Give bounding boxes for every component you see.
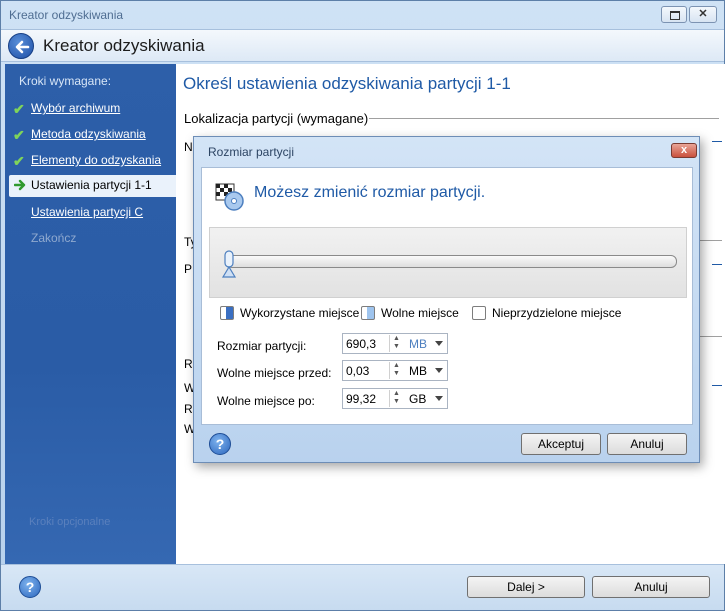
header-bar: Kreator odzyskiwania [1, 29, 724, 62]
partition-size-dialog: Rozmiar partycji x Możesz zmienić rozmia… [193, 136, 700, 463]
spin-up-icon[interactable]: ▲ [390, 335, 403, 343]
dialog-cancel-button[interactable]: Anuluj [607, 433, 687, 455]
footer-bar: ? Dalej > Anuluj [1, 564, 724, 610]
chevron-down-icon[interactable] [435, 341, 443, 346]
obscured-text: N [184, 140, 193, 154]
partition-disk-icon [215, 183, 244, 211]
dialog-cancel-button-label: Anuluj [630, 437, 664, 451]
window-close-button[interactable]: ✕ [689, 6, 717, 23]
spin-down-icon[interactable]: ▼ [390, 343, 403, 351]
obscured-text: R [184, 357, 193, 371]
question-icon: ? [215, 436, 225, 452]
free-after-unit-select[interactable]: GB [409, 392, 426, 406]
dialog-footer: ? Akceptuj Anuluj [194, 426, 699, 462]
obscured-link[interactable] [712, 141, 722, 142]
free-after-label: Wolne miejsce po: [217, 394, 315, 408]
required-steps-label: Kroki wymagane: [19, 74, 112, 88]
checkmark-icon: ✔ [13, 127, 25, 143]
free-before-label: Wolne miejsce przed: [217, 366, 332, 380]
close-icon: x [680, 144, 688, 156]
spin-down-icon[interactable]: ▼ [390, 370, 403, 378]
sidebar-item-archive[interactable]: ✔ Wybór archiwum [5, 98, 176, 120]
arrow-right-icon [14, 179, 26, 191]
free-before-value: 0,03 [346, 364, 370, 378]
sidebar-item-label: Ustawienia partycji C [31, 205, 144, 219]
back-button[interactable] [8, 33, 34, 59]
accept-button-label: Akceptuj [537, 437, 585, 451]
free-after-value: 99,32 [346, 392, 377, 406]
location-section-label: Lokalizacja partycji (wymagane) [184, 111, 369, 126]
dialog-close-button[interactable]: x [671, 143, 697, 158]
free-before-spinner[interactable]: ▲ ▼ [389, 362, 403, 379]
sidebar-item-partition-settings-c[interactable]: Ustawienia partycji C [5, 202, 176, 224]
dialog-heading: Możesz zmienić rozmiar partycji. [254, 184, 486, 201]
cancel-button-label: Anuluj [634, 580, 668, 594]
obscured-link[interactable] [712, 264, 722, 265]
obscured-text: R [184, 402, 193, 416]
obscured-text: P [184, 262, 193, 276]
slider-thumb[interactable] [222, 250, 236, 278]
spin-down-icon[interactable]: ▼ [390, 398, 403, 406]
cancel-button[interactable]: Anuluj [592, 576, 710, 598]
legend-unallocated-label: Nieprzydzielone miejsce [492, 306, 622, 320]
sidebar-item-label: Ustawienia partycji 1-1 [31, 178, 152, 192]
next-button-label: Dalej > [507, 580, 545, 594]
sidebar: Kroki wymagane: ✔ Wybór archiwum ✔ Metod… [5, 64, 176, 564]
sidebar-item-label: Metoda odzyskiwania [31, 127, 146, 141]
sidebar-item-label: Zakończ [31, 231, 77, 245]
legend-used-label: Wykorzystane miejsce [240, 306, 360, 320]
size-label: Rozmiar partycji: [217, 339, 307, 353]
main-window: Kreator odzyskiwania ✕ Kreator odzyskiwa… [0, 0, 725, 611]
title-bar: Kreator odzyskiwania ✕ [1, 1, 724, 29]
size-spinner[interactable]: ▲ ▼ [389, 335, 403, 352]
free-after-field[interactable]: 99,32 ▲ ▼ GB [342, 388, 448, 409]
accept-button[interactable]: Akceptuj [521, 433, 601, 455]
section-divider [369, 118, 719, 119]
next-button[interactable]: Dalej > [467, 576, 585, 598]
sidebar-item-label: Wybór archiwum [31, 101, 121, 115]
checkmark-icon: ✔ [13, 153, 25, 169]
step-title: Określ ustawienia odzyskiwania partycji … [183, 74, 511, 93]
question-icon: ? [25, 579, 35, 595]
sidebar-item-partition-settings-1-1[interactable]: Ustawienia partycji 1-1 [9, 175, 176, 197]
used-swatch [220, 306, 234, 320]
unallocated-swatch [472, 306, 486, 320]
sidebar-item-method[interactable]: ✔ Metoda odzyskiwania [5, 124, 176, 146]
partition-size-field[interactable]: 690,3 ▲ ▼ MB [342, 333, 448, 354]
legend-free-label: Wolne miejsce [381, 306, 459, 320]
close-icon: ✕ [698, 8, 708, 20]
dialog-help-button[interactable]: ? [209, 433, 231, 455]
free-swatch [361, 306, 375, 320]
free-before-unit-select[interactable]: MB [409, 364, 427, 378]
arrow-left-icon [15, 40, 30, 54]
partition-slider-area [209, 227, 687, 298]
free-before-field[interactable]: 0,03 ▲ ▼ MB [342, 360, 448, 381]
spin-up-icon[interactable]: ▲ [390, 390, 403, 398]
chevron-down-icon[interactable] [435, 368, 443, 373]
section-divider [700, 336, 722, 337]
free-after-spinner[interactable]: ▲ ▼ [389, 390, 403, 407]
checkmark-icon: ✔ [13, 101, 25, 117]
dialog-title: Rozmiar partycji [208, 145, 295, 159]
window-title: Kreator odzyskiwania [9, 8, 124, 22]
obscured-link[interactable] [712, 385, 722, 386]
section-divider [700, 240, 722, 241]
size-value: 690,3 [346, 337, 377, 351]
chevron-down-icon[interactable] [435, 396, 443, 401]
size-unit-select[interactable]: MB [409, 337, 427, 351]
spin-up-icon[interactable]: ▲ [390, 362, 403, 370]
maximize-button[interactable] [661, 6, 687, 23]
dialog-body: Możesz zmienić rozmiar partycji. Wykorzy… [201, 167, 693, 425]
sidebar-item-items[interactable]: ✔ Elementy do odzyskania [5, 150, 176, 172]
sidebar-item-finish: Zakończ [5, 228, 176, 250]
partition-slider-track[interactable] [226, 255, 677, 268]
sidebar-item-label: Elementy do odzyskania [31, 153, 162, 167]
optional-steps-label: Kroki opcjonalne [29, 516, 111, 528]
help-button[interactable]: ? [19, 576, 41, 598]
page-title: Kreator odzyskiwania [43, 36, 205, 55]
